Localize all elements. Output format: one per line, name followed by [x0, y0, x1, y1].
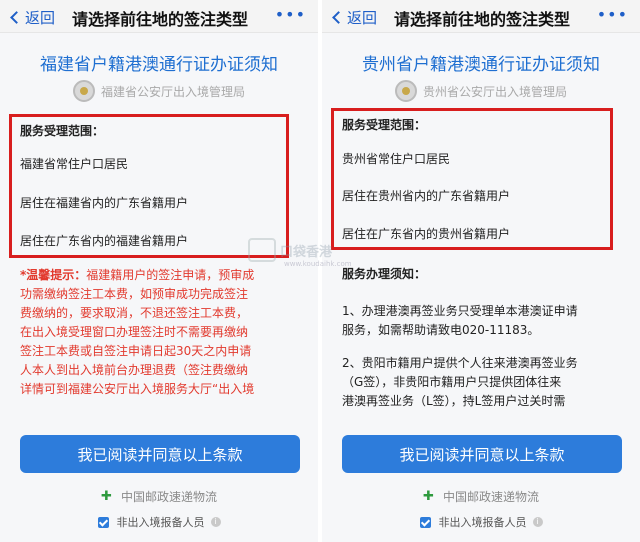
more-options-icon[interactable]: ••• — [597, 5, 628, 24]
checkbox-label: 非出入境报备人员 — [116, 516, 205, 529]
notice-line: 港澳再签业务（L签），持L签用户过关时需 — [342, 394, 566, 408]
warning-line: 功需缴纳签注工本费，如预审成功完成签注 — [20, 287, 249, 301]
scope-item: 居住在福建省内的广东省籍用户 — [20, 196, 189, 210]
notice-line: （G签），非贵阳市籍用户只提供团体往来 — [342, 375, 562, 389]
warning-text: *温馨提示：福建籍用户的签注申请，预审成 功需缴纳签注工本费，如预审成功完成签注… — [20, 266, 310, 399]
agree-button[interactable]: 我已阅读并同意以上条款 — [342, 435, 622, 473]
info-icon[interactable]: i — [532, 517, 543, 527]
chevron-left-icon — [10, 10, 23, 24]
back-button[interactable]: 返回 — [10, 6, 56, 28]
notice-line: 服务，如需帮助请致电020-11183。 — [342, 323, 540, 337]
issuer-row: 福建省公安厅出入境管理局 — [0, 80, 318, 102]
document-title: 福建省户籍港澳通行证办证须知 — [40, 55, 278, 75]
warning-line: 费缴纳的，要求取消，不退还签注工本费， — [20, 306, 249, 320]
non-declared-checkbox[interactable] — [97, 516, 109, 528]
postal-row: ✚ 中国邮政速递物流 — [322, 488, 640, 505]
info-icon[interactable]: i — [210, 517, 221, 527]
police-emblem-icon — [394, 80, 417, 102]
checkbox-row: 非出入境报备人员 i — [0, 514, 318, 530]
warning-line: 签注工本费或自签注申请日起30天之内申请 — [20, 344, 252, 358]
more-options-icon[interactable]: ••• — [275, 5, 306, 24]
warning-line: 在出入境受理窗口办理签注时不需要再缴纳 — [20, 325, 249, 339]
chevron-left-icon — [332, 10, 345, 24]
back-label: 返回 — [347, 8, 378, 27]
postal-name: 中国邮政速递物流 — [442, 490, 539, 504]
postal-name: 中国邮政速递物流 — [120, 490, 217, 504]
warning-prefix: *温馨提示： — [20, 268, 87, 282]
china-post-icon: ✚ — [100, 488, 112, 504]
page-title: 请选择前往地的签注类型 — [72, 10, 249, 29]
police-emblem-icon — [72, 80, 95, 102]
notice-text: 1、办理港澳再签业务只受理单本港澳证申请 服务，如需帮助请致电020-11183… — [342, 302, 634, 411]
notice-label: 服务办理须知： — [342, 267, 427, 281]
postal-row: ✚ 中国邮政速递物流 — [0, 488, 318, 505]
scope-item: 居住在贵州省内的广东省籍用户 — [342, 189, 511, 203]
non-declared-checkbox[interactable] — [419, 516, 431, 528]
notice-line: 1、办理港澳再签业务只受理单本港澳证申请 — [342, 304, 578, 318]
watermark-url: www.koudaihk.com — [284, 260, 352, 268]
warning-line: 人本人到出入境前台办理退费（签注费缴纳 — [20, 363, 249, 377]
navigation-bar: 返回 请选择前往地的签注类型 ••• — [322, 0, 640, 33]
issuer-name: 贵州省公安厅出入境管理局 — [422, 84, 567, 99]
warning-line: *温馨提示：福建籍用户的签注申请，预审成 — [20, 268, 255, 282]
right-screen: 返回 请选择前往地的签注类型 ••• 贵州省户籍港澳通行证办证须知 贵州省公安厅… — [322, 0, 640, 542]
back-label: 返回 — [25, 8, 56, 27]
scope-label: 服务受理范围： — [342, 118, 427, 132]
scope-item: 居住在广东省内的贵州省籍用户 — [342, 227, 511, 241]
watermark-text: 口袋香港 — [280, 244, 333, 260]
checkbox-label: 非出入境报备人员 — [438, 516, 527, 529]
document-title: 贵州省户籍港澳通行证办证须知 — [362, 55, 600, 75]
scope-label: 服务受理范围： — [20, 124, 105, 138]
scope-item: 贵州省常住户口居民 — [342, 152, 451, 166]
left-screen: 返回 请选择前往地的签注类型 ••• 福建省户籍港澳通行证办证须知 福建省公安厅… — [0, 0, 318, 542]
china-post-icon: ✚ — [422, 488, 434, 504]
watermark-logo-icon — [248, 238, 276, 262]
back-button[interactable]: 返回 — [332, 6, 378, 28]
checkbox-row: 非出入境报备人员 i — [322, 514, 640, 530]
agree-button[interactable]: 我已阅读并同意以上条款 — [20, 435, 300, 473]
scope-item: 居住在广东省内的福建省籍用户 — [20, 234, 189, 248]
notice-line: 2、贵阳市籍用户提供个人往来港澳再签业务 — [342, 356, 578, 370]
page-title: 请选择前往地的签注类型 — [394, 10, 571, 29]
issuer-row: 贵州省公安厅出入境管理局 — [322, 80, 640, 102]
scope-item: 福建省常住户口居民 — [20, 157, 129, 171]
navigation-bar: 返回 请选择前往地的签注类型 ••• — [0, 0, 318, 33]
watermark: 口袋香港 — [248, 238, 332, 262]
warning-line: 详情可到福建公安厅出入境服务大厅“出入境 — [20, 382, 255, 396]
issuer-name: 福建省公安厅出入境管理局 — [100, 84, 245, 99]
